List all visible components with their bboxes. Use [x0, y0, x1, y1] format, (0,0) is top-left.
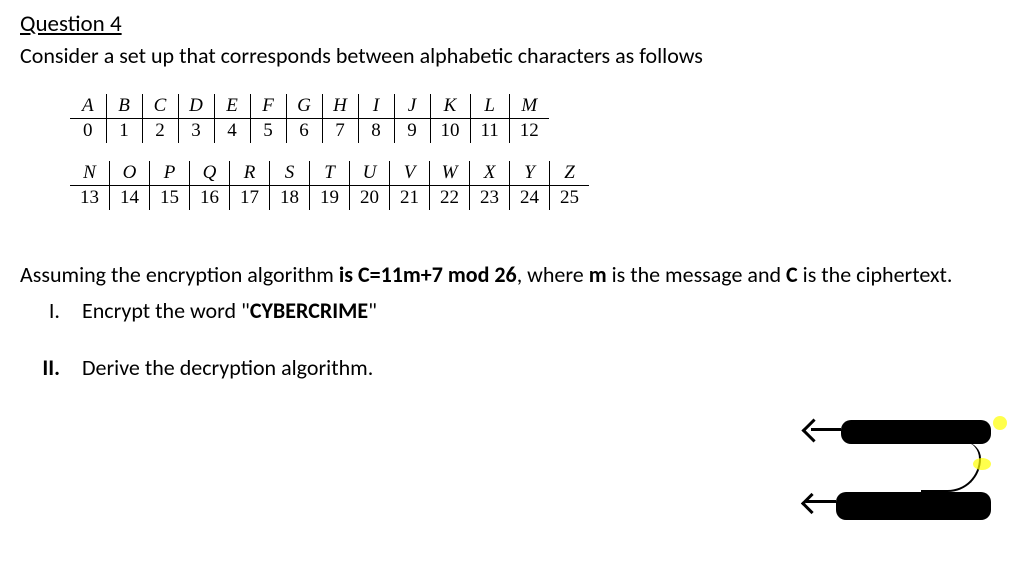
cell-letter: X	[470, 161, 510, 186]
redaction-scribble-icon	[841, 420, 991, 444]
cell-number: 7	[322, 119, 358, 144]
cell-number: 21	[390, 186, 430, 211]
part-2: II. Derive the decryption algorithm.	[20, 353, 1001, 383]
cell-number: 11	[470, 119, 509, 144]
cell-number: 24	[510, 186, 550, 211]
cell-number: 8	[358, 119, 394, 144]
cell-letter: Q	[190, 161, 230, 186]
alphabet-table-2: N O P Q R S T U V W X Y Z 13 14 15 16 17…	[70, 161, 589, 210]
cell-letter: U	[350, 161, 390, 186]
assumption-post1: is the message and	[607, 261, 786, 288]
highlight-mark-icon	[973, 458, 991, 470]
alphabet-table-1: A B C D E F G H I J K L M 0 1 2 3 4 5 6 …	[70, 94, 549, 143]
cell-letter: V	[390, 161, 430, 186]
cell-letter: T	[310, 161, 350, 186]
cell-letter: J	[394, 94, 430, 119]
assumption-text: Assuming the encryption algorithm is C=1…	[20, 260, 1001, 290]
handwritten-scribbles	[821, 420, 1001, 550]
highlight-mark-icon	[993, 416, 1007, 430]
cell-letter: E	[214, 94, 250, 119]
parts-list: I. Encrypt the word "CYBERCRIME" II. Der…	[20, 296, 1001, 383]
cell-letter: G	[286, 94, 322, 119]
cell-number: 0	[70, 119, 106, 144]
c-var: C	[786, 261, 798, 288]
cell-letter: C	[142, 94, 178, 119]
part-1-post: "	[368, 297, 377, 324]
redaction-scribble-icon	[836, 492, 991, 520]
cell-number: 17	[230, 186, 270, 211]
cell-number: 1	[106, 119, 142, 144]
cell-number: 18	[270, 186, 310, 211]
cell-number: 22	[430, 186, 470, 211]
cell-number: 14	[110, 186, 150, 211]
connector-line-icon	[921, 442, 981, 492]
cell-letter: B	[106, 94, 142, 119]
cell-letter: M	[509, 94, 549, 119]
cell-letter: S	[270, 161, 310, 186]
cell-letter: I	[358, 94, 394, 119]
cell-number: 5	[250, 119, 286, 144]
cell-letter: P	[150, 161, 190, 186]
part-2-numeral: II.	[20, 353, 60, 383]
cell-letter: W	[430, 161, 470, 186]
cell-number: 9	[394, 119, 430, 144]
m-var: m	[589, 261, 607, 288]
cell-number: 15	[150, 186, 190, 211]
cell-number: 19	[310, 186, 350, 211]
assumption-post2: is the ciphertext.	[798, 261, 953, 288]
cell-number: 2	[142, 119, 178, 144]
cell-letter: R	[230, 161, 270, 186]
formula: is C=11m+7 mod 26	[339, 261, 517, 288]
assumption-pre: Assuming the encryption algorithm	[20, 261, 339, 288]
cell-number: 12	[509, 119, 549, 144]
cell-number: 3	[178, 119, 214, 144]
part-2-text: Derive the decryption algorithm.	[82, 353, 373, 383]
cell-number: 10	[430, 119, 470, 144]
cell-letter: O	[110, 161, 150, 186]
part-1: I. Encrypt the word "CYBERCRIME"	[20, 296, 1001, 326]
question-title: Question 4	[20, 10, 1001, 38]
cell-number: 13	[70, 186, 110, 211]
part-1-word: CYBERCRIME	[250, 297, 368, 324]
part-1-numeral: I.	[20, 296, 60, 326]
cell-number: 25	[550, 186, 590, 211]
cell-number: 6	[286, 119, 322, 144]
cell-letter: N	[70, 161, 110, 186]
cell-letter: Z	[550, 161, 590, 186]
cell-letter: K	[430, 94, 470, 119]
intro-text: Consider a set up that corresponds betwe…	[20, 42, 1001, 69]
cell-letter: A	[70, 94, 106, 119]
cell-number: 20	[350, 186, 390, 211]
cell-letter: L	[470, 94, 509, 119]
cell-letter: F	[250, 94, 286, 119]
assumption-mid: , where	[517, 261, 589, 288]
cell-letter: Y	[510, 161, 550, 186]
cell-number: 23	[470, 186, 510, 211]
cell-number: 16	[190, 186, 230, 211]
alphabet-tables: A B C D E F G H I J K L M 0 1 2 3 4 5 6 …	[70, 94, 1001, 210]
part-1-text: Encrypt the word "CYBERCRIME"	[82, 296, 377, 326]
cell-number: 4	[214, 119, 250, 144]
part-1-pre: Encrypt the word "	[82, 297, 250, 324]
cell-letter: H	[322, 94, 358, 119]
cell-letter: D	[178, 94, 214, 119]
